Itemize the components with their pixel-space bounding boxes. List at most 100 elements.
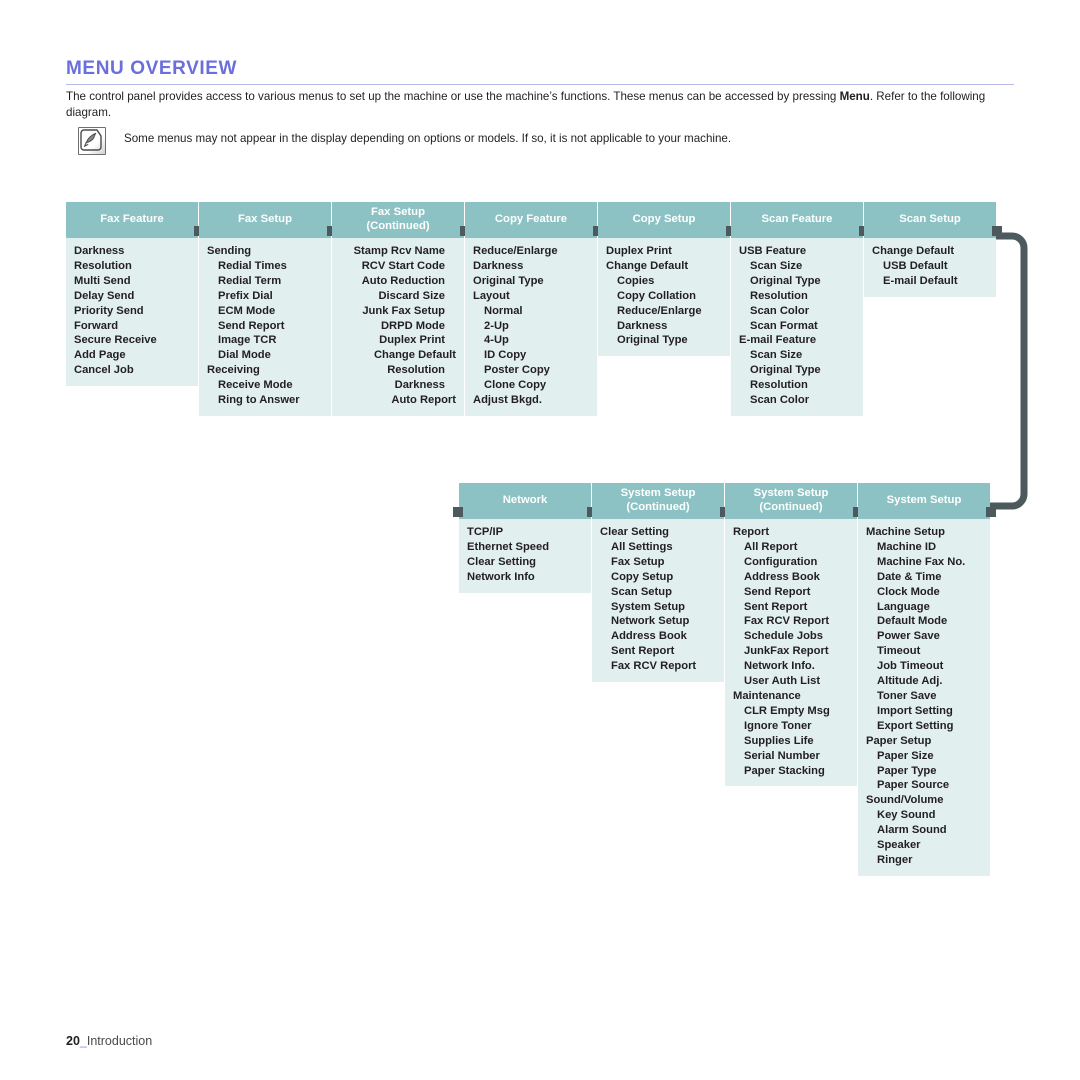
menu-item: DRPD Mode: [380, 319, 445, 332]
menu-item: Copy Setup: [611, 570, 674, 583]
menu-item: Network Info.: [744, 660, 815, 673]
menu-item: Send Report: [218, 319, 285, 332]
menu-item: Sending: [207, 245, 252, 257]
row-start-connector-nub: [453, 507, 463, 517]
menu-box-subtitle: (Continued): [626, 500, 690, 513]
page-footer: 20_Introduction: [66, 1034, 152, 1048]
menu-item: Receiving: [207, 364, 260, 377]
menu-box-header: Copy Setup: [598, 202, 730, 238]
menu-item: Image TCR: [218, 334, 277, 347]
menu-item: Resolution: [387, 364, 445, 377]
menu-box: Copy Setup Duplex Print Change Default Copi…: [598, 202, 730, 357]
intro-text-before: The control panel provides access to var…: [66, 90, 840, 103]
menu-box-header: Scan Setup: [864, 202, 996, 238]
footer-separator: _: [79, 1034, 87, 1048]
menu-item: 4-Up: [484, 334, 509, 347]
menu-item: Ringer: [877, 853, 913, 866]
menu-item: Prefix Dial: [218, 289, 273, 302]
menu-item: Discard Size: [378, 289, 445, 302]
box-connector-nub: [593, 226, 603, 236]
menu-item: E-mail Feature: [739, 334, 817, 347]
menu-item: Copy Collation: [617, 289, 696, 302]
menu-item: Layout: [473, 289, 510, 302]
menu-item: All Settings: [611, 540, 673, 553]
box-connector-nub: [853, 507, 863, 517]
menu-item: Ignore Toner: [744, 719, 812, 732]
menu-item: Clone Copy: [484, 379, 547, 392]
menu-box-item-list: USB Feature Scan Size Original Type Resolut…: [731, 238, 863, 416]
menu-item: USB Feature: [739, 245, 807, 257]
menu-item: Paper Type: [877, 764, 937, 777]
menu-item: Report: [733, 526, 770, 538]
menu-box: Network TCP/IP Ethernet Speed Clear Setting…: [459, 483, 591, 593]
menu-item: System Setup: [611, 600, 685, 613]
menu-item: Auto Reduction: [361, 274, 445, 287]
menu-item: Altitude Adj.: [877, 675, 943, 688]
menu-item: Clock Mode: [877, 585, 940, 598]
menu-item: Export Setting: [877, 719, 954, 732]
menu-item: Resolution: [74, 259, 132, 272]
menu-item: Configuration: [744, 555, 818, 568]
menu-item: Fax RCV Report: [744, 615, 830, 628]
menu-item: Auto Report: [391, 394, 456, 407]
menu-box-header: System Setup (Continued): [725, 483, 857, 519]
menu-item: Key Sound: [877, 809, 936, 822]
menu-item: Paper Stacking: [744, 764, 825, 777]
menu-item: Delay Send: [74, 289, 135, 302]
box-connector-nub: [720, 507, 730, 517]
menu-item: Sound/Volume: [866, 794, 944, 807]
menu-item: Ring to Answer: [218, 394, 300, 407]
menu-box-header: Copy Feature: [465, 202, 597, 238]
menu-item: Scan Color: [750, 304, 810, 317]
menu-item: Reduce/Enlarge: [473, 245, 558, 257]
menu-item: Scan Color: [750, 394, 810, 407]
menu-item: Ethernet Speed: [467, 540, 550, 553]
menu-item: Reduce/Enlarge: [617, 304, 702, 317]
menu-item: ECM Mode: [218, 304, 276, 317]
row-end-connector-nub: [986, 507, 996, 517]
menu-item: Scan Format: [750, 319, 818, 332]
menu-item: Junk Fax Setup: [362, 304, 445, 317]
menu-item: Add Page: [74, 349, 126, 362]
menu-item: Paper Size: [877, 749, 934, 762]
menu-item: Network Info: [467, 570, 535, 583]
menu-box-subtitle: (Continued): [759, 500, 823, 513]
menu-item: Redial Times: [218, 259, 287, 272]
box-connector-nub: [587, 507, 597, 517]
menu-box: Scan Feature USB Feature Scan Size Original…: [731, 202, 863, 416]
menu-item: Machine Setup: [866, 526, 945, 538]
menu-item: Job Timeout: [877, 660, 944, 673]
box-connector-nub: [327, 226, 337, 236]
menu-box-item-list: Darkness Resolution Multi Send Delay Send Pr…: [66, 238, 198, 386]
menu-item: Darkness: [394, 379, 445, 392]
menu-item: Alarm Sound: [877, 824, 947, 837]
menu-item: Clear Setting: [467, 555, 537, 568]
menu-item: Fax Setup: [611, 555, 665, 568]
menu-item: Original Type: [750, 274, 821, 287]
menu-item: Machine ID: [877, 540, 937, 553]
menu-item: Change Default: [373, 349, 456, 362]
row-end-connector-nub: [992, 226, 1002, 236]
menu-item: Speaker: [877, 839, 921, 852]
menu-box-item-list: Stamp Rcv Name RCV Start Code Auto Reducti…: [332, 238, 464, 416]
menu-item: USB Default: [883, 259, 948, 272]
menu-box-header: Scan Feature: [731, 202, 863, 238]
menu-item: ID Copy: [484, 349, 527, 362]
menu-item: Sent Report: [744, 600, 808, 613]
menu-box-header: System Setup: [858, 483, 990, 519]
title-rule: [66, 84, 1014, 85]
menu-item: Duplex Print: [606, 245, 672, 257]
menu-box-item-list: Reduce/Enlarge Darkness Original Type Layou…: [465, 238, 597, 416]
menu-item: TCP/IP: [467, 526, 504, 538]
menu-item: Redial Term: [218, 274, 282, 287]
menu-item: Normal: [484, 304, 523, 317]
menu-item: Date & Time: [877, 570, 942, 583]
menu-box: System Setup Machine Setup Machine ID Machi…: [858, 483, 990, 876]
row-connector-elbow: [982, 232, 1028, 510]
menu-box: Fax Feature Darkness Resolution Multi Send D…: [66, 202, 198, 387]
menu-item: Original Type: [617, 334, 688, 347]
menu-box-header: Network: [459, 483, 591, 519]
menu-box: System Setup (Continued) Report All Report C…: [725, 483, 857, 787]
menu-box-item-list: Machine Setup Machine ID Machine Fax No. Da…: [858, 519, 990, 876]
menu-box-item-list: Report All Report Configuration Address Boo…: [725, 519, 857, 786]
